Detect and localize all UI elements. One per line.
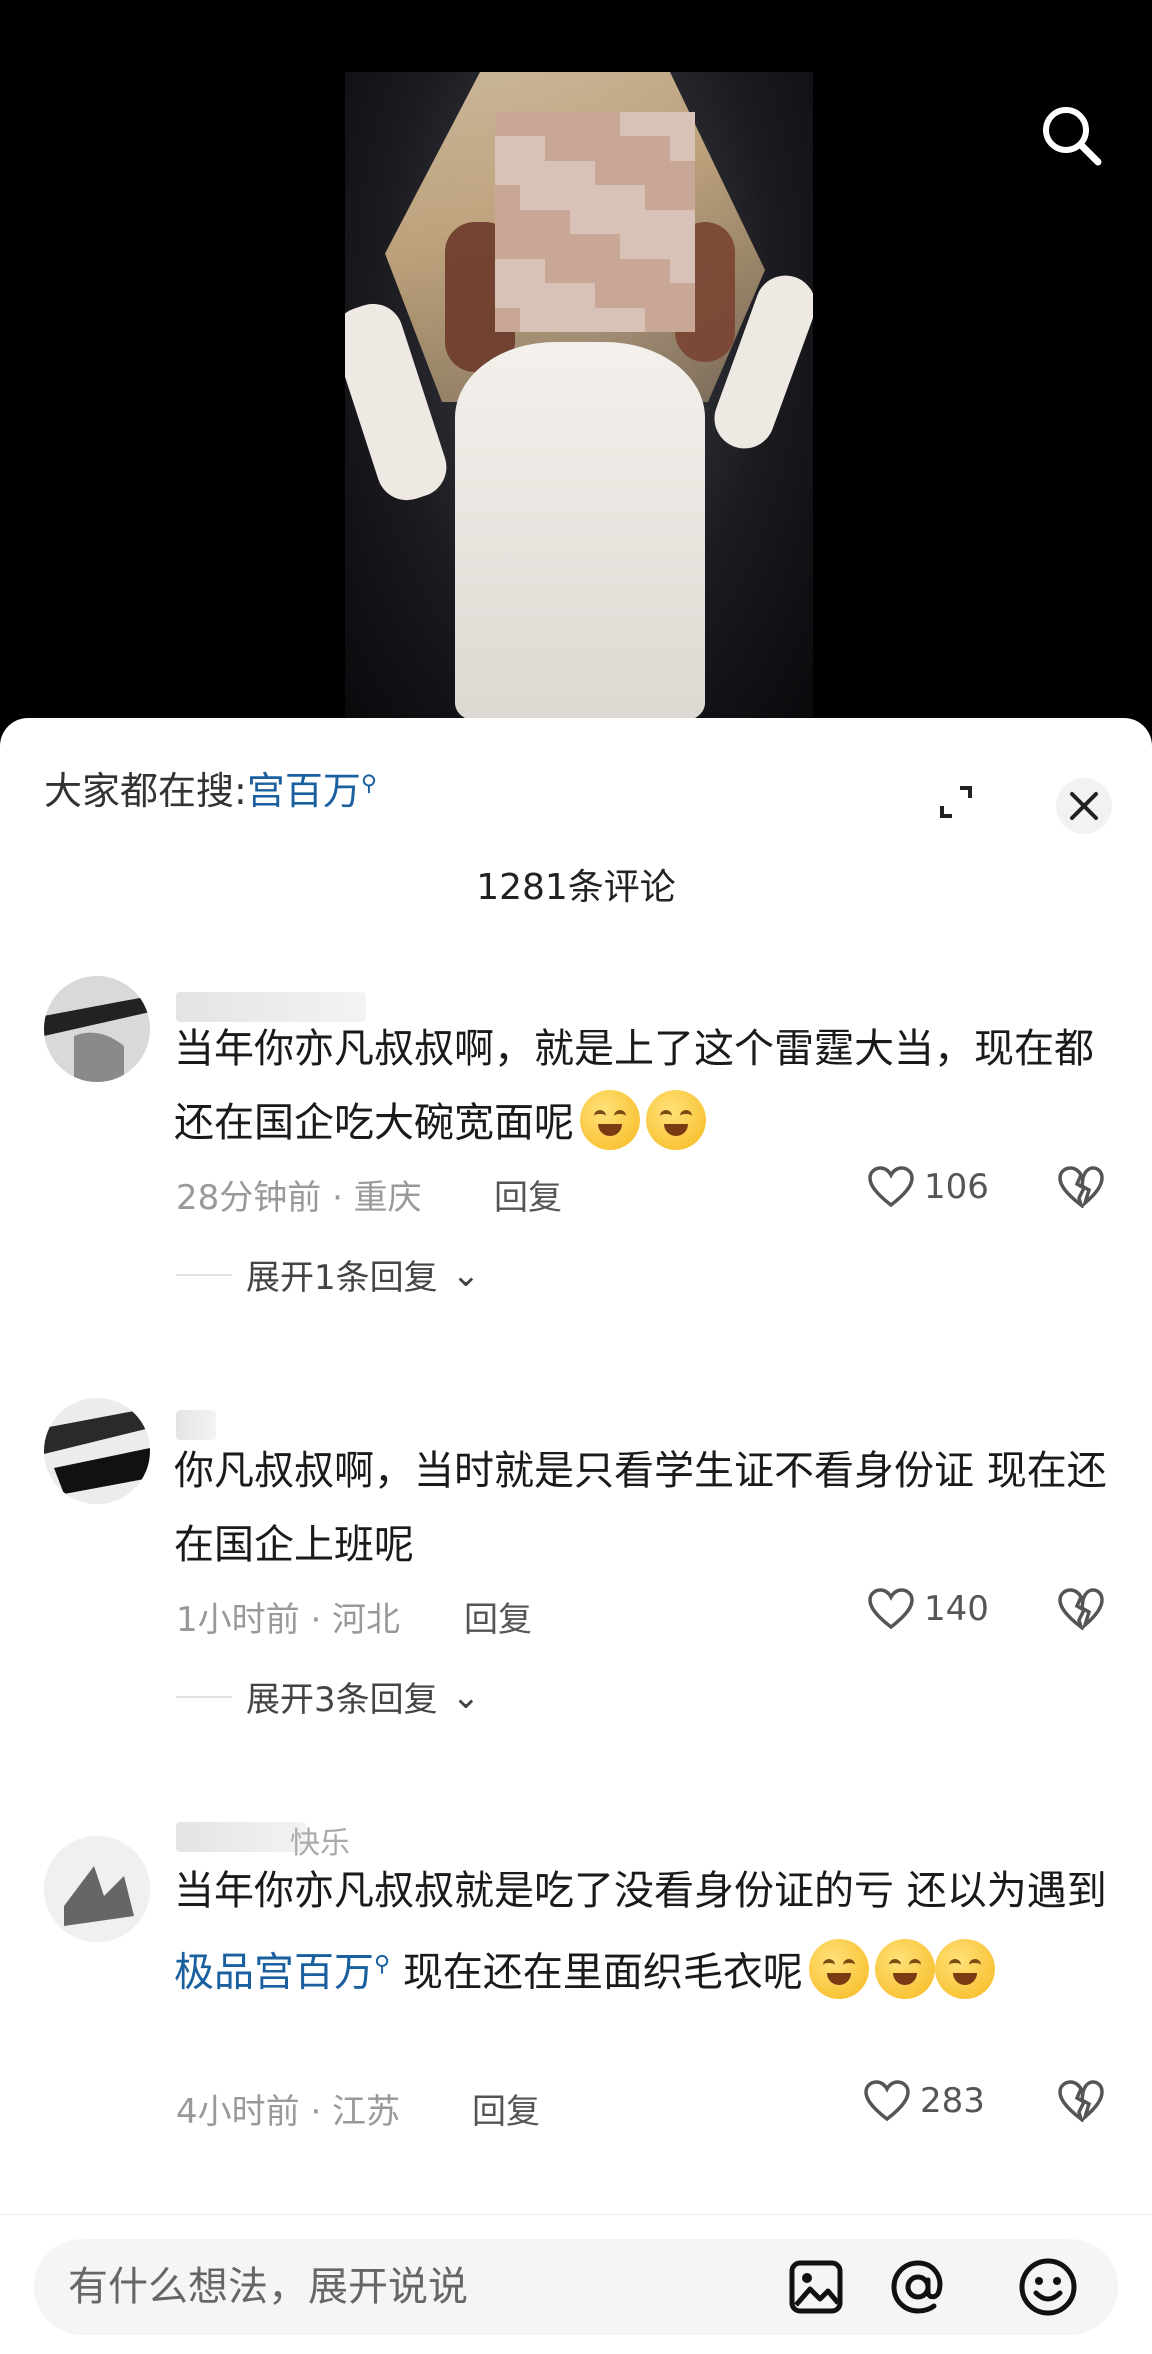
comment-text-body: 现在还在里面织毛衣呢 [390, 1949, 803, 1996]
search-small-icon: ⚲ [374, 1952, 391, 1977]
reply-button[interactable]: 回复 [472, 2084, 540, 2133]
chevron-down-icon: ⌄ [451, 1254, 481, 1295]
trending-keyword[interactable]: 宫百万 [247, 769, 361, 813]
smile-emoji-icon [934, 1939, 995, 2000]
expand-replies-label: 展开3条回复 [246, 1680, 438, 1720]
expand-replies[interactable]: 展开3条回复 ⌄ [176, 1672, 480, 1721]
comment-meta: 4小时前 · 江苏 [176, 2092, 401, 2132]
like-count: 283 [920, 2081, 985, 2121]
comment-sheet: 大家都在搜:宫百万⚲ 1281条评论 当年你亦凡叔叔啊，就是上了这个雷霆大当，现… [0, 718, 1152, 2354]
avatar[interactable] [44, 1836, 150, 1942]
video-player[interactable] [0, 0, 1152, 740]
avatar[interactable] [44, 976, 150, 1082]
divider [176, 1273, 232, 1276]
username-blurred [176, 1822, 306, 1852]
reply-button[interactable]: 回复 [494, 1170, 562, 1219]
username[interactable]: 快乐 [290, 1818, 350, 1861]
comment-count: 1281条评论 [476, 867, 676, 908]
broken-heart-icon[interactable] [1058, 1166, 1104, 1212]
smile-emoji-icon [808, 1939, 869, 2000]
close-icon[interactable] [1056, 778, 1112, 834]
avatar[interactable] [44, 1398, 150, 1504]
trending-prefix: 大家都在搜: [44, 769, 247, 813]
comment-input-bar [0, 2214, 1152, 2354]
comment-text: 当年你亦凡叔叔啊，就是上了这个雷霆大当，现在都还在国企吃大碗宽面呢 [174, 1012, 1114, 1160]
like-button[interactable]: 106 [868, 1166, 989, 1208]
comment-meta: 28分钟前 · 重庆 [176, 1178, 422, 1218]
divider [176, 1695, 232, 1698]
search-small-icon: ⚲ [360, 771, 377, 797]
expand-replies[interactable]: 展开1条回复 ⌄ [176, 1250, 480, 1299]
like-button[interactable]: 140 [868, 1588, 989, 1630]
face-mosaic [495, 112, 695, 332]
search-link[interactable]: 极品宫百万 [174, 1949, 374, 1995]
chevron-down-icon: ⌄ [451, 1676, 481, 1717]
broken-heart-icon[interactable] [1058, 1588, 1104, 1634]
broken-heart-icon[interactable] [1058, 2080, 1104, 2126]
search-icon[interactable] [1036, 100, 1108, 172]
grin-emoji-icon [580, 1090, 640, 1150]
expand-replies-label: 展开1条回复 [246, 1258, 438, 1298]
image-icon[interactable] [784, 2255, 848, 2319]
grin-emoji-icon [646, 1090, 706, 1150]
at-icon[interactable] [886, 2255, 950, 2319]
like-count: 140 [924, 1589, 989, 1629]
fullscreen-icon[interactable] [930, 776, 982, 828]
reply-button[interactable]: 回复 [464, 1592, 532, 1641]
smile-emoji-icon [874, 1939, 935, 2000]
heart-icon [868, 1588, 914, 1630]
comment-meta: 1小时前 · 河北 [176, 1600, 401, 1640]
emoji-icon[interactable] [1016, 2255, 1080, 2319]
comment-input-container[interactable] [34, 2239, 1118, 2335]
dress-shape [455, 342, 705, 722]
comment-input[interactable] [68, 2239, 768, 2335]
like-button[interactable]: 283 [864, 2080, 985, 2122]
like-count: 106 [924, 1167, 989, 1207]
comment-text: 你凡叔叔啊，当时就是只看学生证不看身份证 现在还在国企上班呢 [174, 1448, 1107, 1568]
trending-search[interactable]: 大家都在搜:宫百万⚲ [44, 760, 377, 815]
heart-icon [864, 2080, 910, 2122]
comment-text: 当年你亦凡叔叔就是吃了没看身份证的亏 还以为遇到极品宫百万⚲ 现在还在里面织毛衣… [174, 1854, 1114, 2009]
comment-text-body: 当年你亦凡叔叔就是吃了没看身份证的亏 还以为遇到 [174, 1868, 1107, 1914]
video-frame [345, 72, 813, 722]
heart-icon [868, 1166, 914, 1208]
